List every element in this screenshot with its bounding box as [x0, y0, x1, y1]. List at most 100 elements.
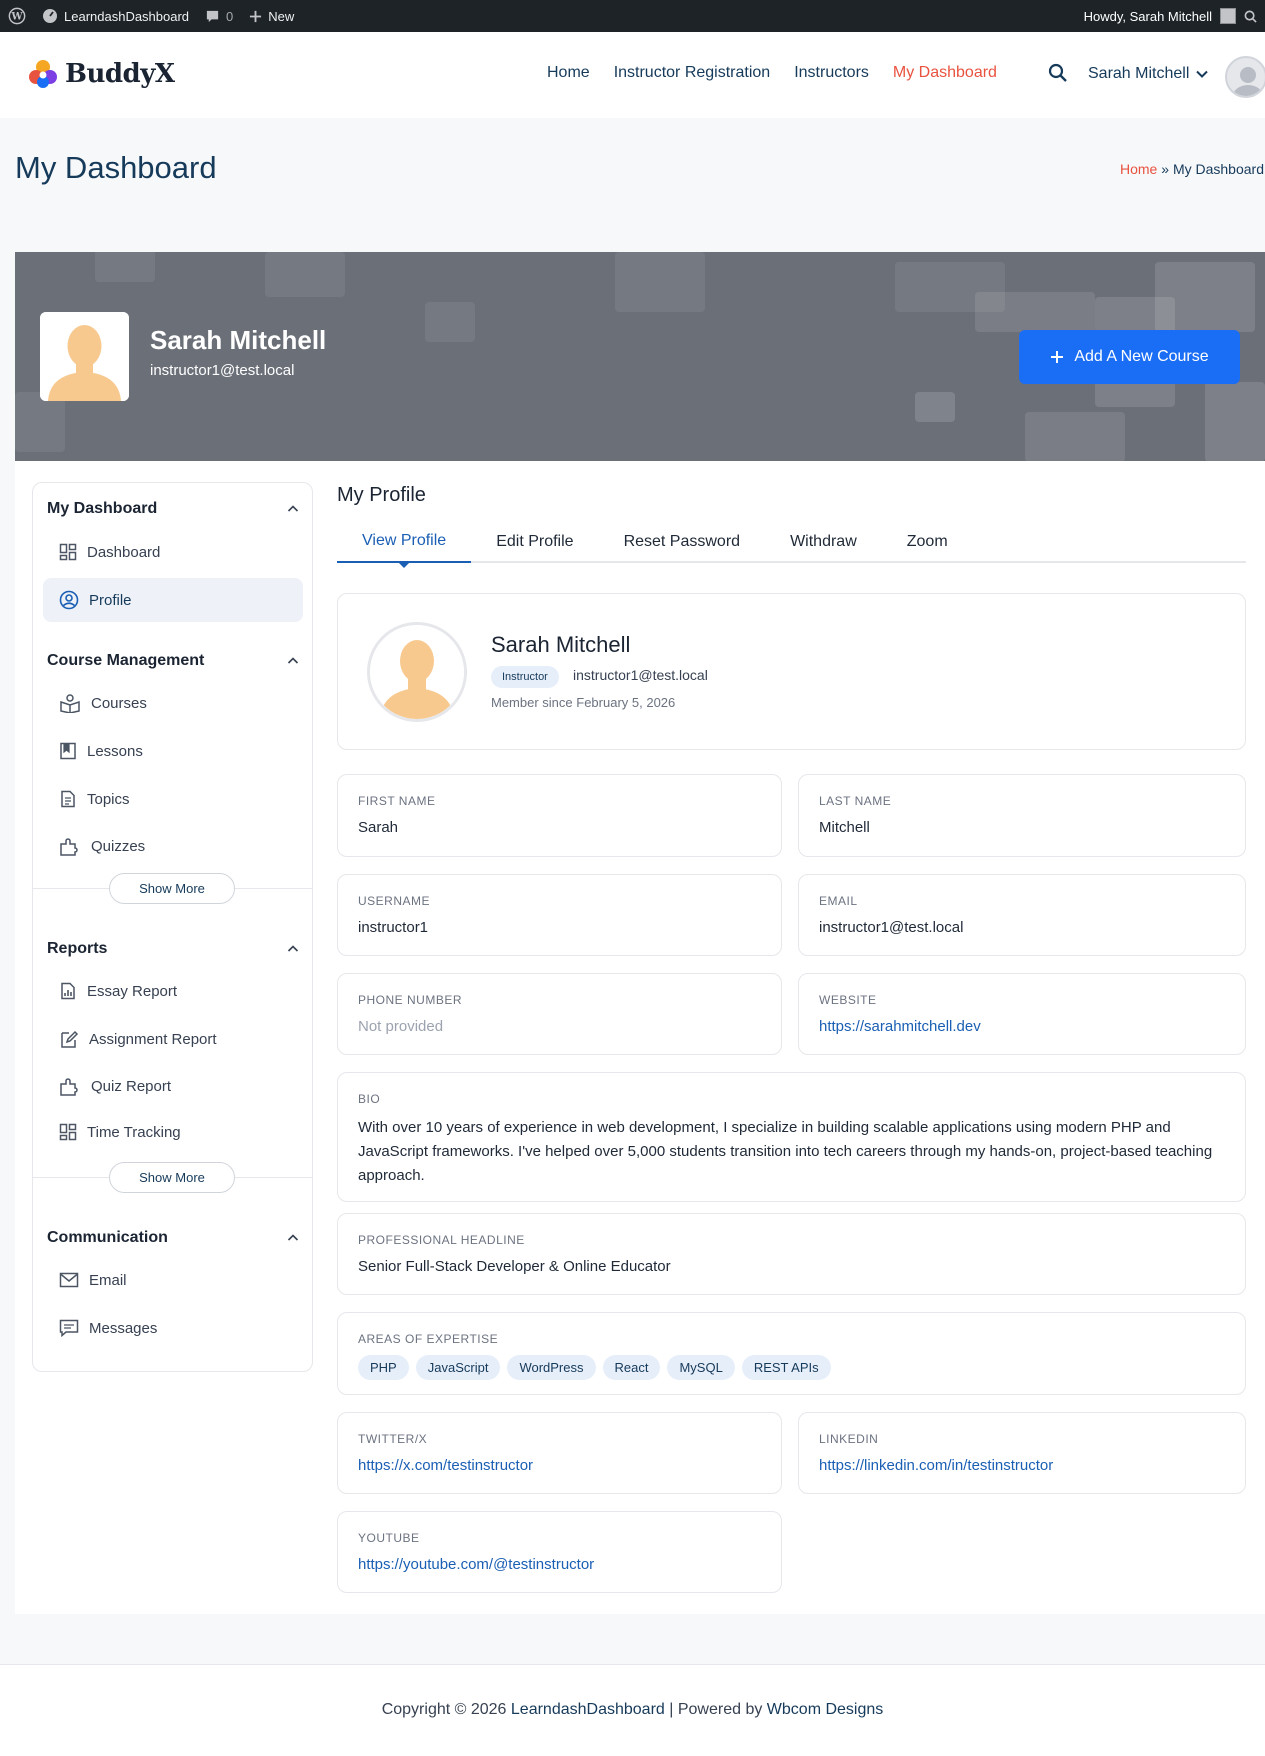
- sidebar-item-quiz-report[interactable]: Quiz Report: [43, 1064, 303, 1108]
- tab-zoom[interactable]: Zoom: [882, 521, 973, 563]
- breadcrumb-home[interactable]: Home: [1120, 161, 1157, 177]
- admin-bar-search-icon[interactable]: [1244, 10, 1257, 23]
- field-label: FIRST NAME: [358, 794, 436, 808]
- plus-icon: [250, 10, 262, 22]
- footer-site-link[interactable]: LearndashDashboard: [511, 1701, 665, 1718]
- plus-icon: [1051, 351, 1064, 363]
- footer-powered-link[interactable]: Wbcom Designs: [767, 1701, 883, 1718]
- header-search-button[interactable]: [1048, 63, 1068, 83]
- sidebar-item-label: Messages: [89, 1319, 158, 1337]
- grid-icon: [59, 543, 77, 561]
- nav-home[interactable]: Home: [547, 64, 590, 82]
- person-silhouette-icon: [40, 312, 129, 401]
- sidebar-item-essay-report[interactable]: Essay Report: [43, 969, 303, 1013]
- section-header-my-dashboard[interactable]: My Dashboard: [47, 500, 299, 518]
- howdy-text[interactable]: Howdy, Sarah Mitchell: [1084, 9, 1212, 24]
- website-field: WEBSITE https://sarahmitchell.dev: [798, 973, 1246, 1055]
- show-more-button[interactable]: Show More: [109, 873, 235, 904]
- banner-user-email: instructor1@test.local: [150, 362, 295, 379]
- bio-text: With over 10 years of experience in web …: [358, 1119, 1213, 1184]
- sidebar-item-messages[interactable]: Messages: [43, 1306, 303, 1350]
- sidebar-item-profile[interactable]: Profile: [43, 578, 303, 622]
- wordpress-logo-icon[interactable]: W: [0, 0, 34, 32]
- admin-bar-site-name: LearndashDashboard: [64, 8, 190, 24]
- breadcrumb-current: My Dashboard: [1172, 161, 1264, 177]
- sidebar-item-label: Dashboard: [87, 543, 161, 561]
- youtube-field: YOUTUBE https://youtube.com/@testinstruc…: [337, 1511, 782, 1593]
- add-new-course-button[interactable]: Add A New Course: [1019, 330, 1240, 384]
- twitter-link[interactable]: https://x.com/testinstructor: [358, 1457, 533, 1474]
- logo-text: BuddyX: [65, 59, 175, 89]
- user-menu-name: Sarah Mitchell: [1088, 65, 1190, 82]
- sidebar-item-label: Courses: [91, 694, 147, 712]
- field-value: Senior Full-Stack Developer & Online Edu…: [358, 1258, 671, 1275]
- field-value: Not provided: [358, 1018, 444, 1035]
- dashboard-main: My Dashboard Dashboard Profile Course Ma…: [15, 461, 1265, 1614]
- sidebar-item-email[interactable]: Email: [43, 1258, 303, 1302]
- mail-icon: [59, 1272, 79, 1288]
- last-name-field: LAST NAME Mitchell: [798, 774, 1246, 857]
- expertise-tag: REST APIs: [741, 1355, 831, 1380]
- banner-user-name: Sarah Mitchell: [150, 325, 327, 355]
- profile-tabs: View Profile Edit Profile Reset Password…: [337, 521, 1246, 568]
- sidebar-item-label: Essay Report: [87, 982, 178, 1000]
- field-label: AREAS OF EXPERTISE: [358, 1332, 499, 1346]
- admin-bar-comments[interactable]: 0: [197, 0, 241, 32]
- puzzle-icon: [60, 838, 78, 856]
- admin-bar-new-label: New: [268, 8, 295, 24]
- field-value: Mitchell: [819, 819, 870, 836]
- section-header-reports[interactable]: Reports: [47, 940, 299, 958]
- linkedin-link[interactable]: https://linkedin.com/in/testinstructor: [819, 1457, 1053, 1474]
- main-nav: Home Instructor Registration Instructors…: [547, 64, 997, 82]
- expertise-tag: WordPress: [507, 1355, 596, 1380]
- nav-my-dashboard[interactable]: My Dashboard: [893, 64, 997, 82]
- expertise-tag: MySQL: [667, 1355, 735, 1380]
- nav-instructor-registration[interactable]: Instructor Registration: [614, 64, 771, 82]
- powered-by-text: | Powered by: [669, 1701, 763, 1718]
- field-label: LINKEDIN: [819, 1432, 879, 1446]
- chart-icon: [61, 982, 75, 1000]
- admin-bar: W LearndashDashboard 0 New Howdy, Sarah …: [0, 0, 1265, 32]
- show-more-button[interactable]: Show More: [109, 1162, 235, 1193]
- profile-summary-card: Sarah Mitchell Instructor instructor1@te…: [337, 593, 1246, 750]
- admin-bar-site-link[interactable]: LearndashDashboard: [34, 0, 197, 32]
- comments-count: 0: [226, 8, 234, 24]
- avatar[interactable]: [1225, 56, 1265, 98]
- section-header-course-management[interactable]: Course Management: [47, 652, 299, 670]
- email-field: EMAIL instructor1@test.local: [798, 874, 1246, 956]
- sidebar-item-topics[interactable]: Topics: [43, 777, 303, 821]
- phone-field: PHONE NUMBER Not provided: [337, 973, 782, 1055]
- expertise-tag: React: [602, 1355, 661, 1380]
- expertise-tags: PHP JavaScript WordPress React MySQL RES…: [358, 1355, 831, 1380]
- edit-icon: [61, 1030, 79, 1048]
- field-label: BIO: [358, 1092, 381, 1106]
- admin-bar-avatar[interactable]: [1220, 8, 1236, 24]
- nav-instructors[interactable]: Instructors: [794, 64, 869, 82]
- section-header-communication[interactable]: Communication: [47, 1229, 299, 1247]
- admin-bar-new[interactable]: New: [241, 0, 302, 32]
- sidebar-item-assignment-report[interactable]: Assignment Report: [43, 1017, 303, 1061]
- tab-view-profile[interactable]: View Profile: [337, 521, 472, 568]
- field-label: WEBSITE: [819, 993, 877, 1007]
- site-logo[interactable]: BuddyX: [27, 58, 175, 90]
- sidebar-item-time-tracking[interactable]: Time Tracking: [43, 1110, 303, 1154]
- user-menu[interactable]: Sarah Mitchell: [1088, 65, 1209, 83]
- add-new-course-label: Add A New Course: [1074, 348, 1209, 365]
- field-value: instructor1@test.local: [819, 919, 964, 936]
- youtube-link[interactable]: https://youtube.com/@testinstructor: [358, 1556, 594, 1573]
- tab-withdraw[interactable]: Withdraw: [765, 521, 882, 563]
- sidebar-item-quizzes[interactable]: Quizzes: [43, 824, 303, 868]
- field-label: EMAIL: [819, 894, 858, 908]
- sidebar-item-label: Topics: [87, 790, 130, 808]
- website-link[interactable]: https://sarahmitchell.dev: [819, 1018, 981, 1035]
- banner-avatar: [40, 312, 129, 401]
- sidebar-item-courses[interactable]: Courses: [43, 681, 303, 725]
- linkedin-field: LINKEDIN https://linkedin.com/in/testins…: [798, 1412, 1246, 1494]
- sidebar-item-dashboard[interactable]: Dashboard: [43, 530, 303, 574]
- first-name-field: FIRST NAME Sarah: [337, 774, 782, 857]
- profile-banner: Sarah Mitchell instructor1@test.local Ad…: [15, 252, 1265, 461]
- tab-reset-password[interactable]: Reset Password: [599, 521, 766, 563]
- field-label: USERNAME: [358, 894, 431, 908]
- sidebar-item-lessons[interactable]: Lessons: [43, 729, 303, 773]
- tab-edit-profile[interactable]: Edit Profile: [471, 521, 598, 563]
